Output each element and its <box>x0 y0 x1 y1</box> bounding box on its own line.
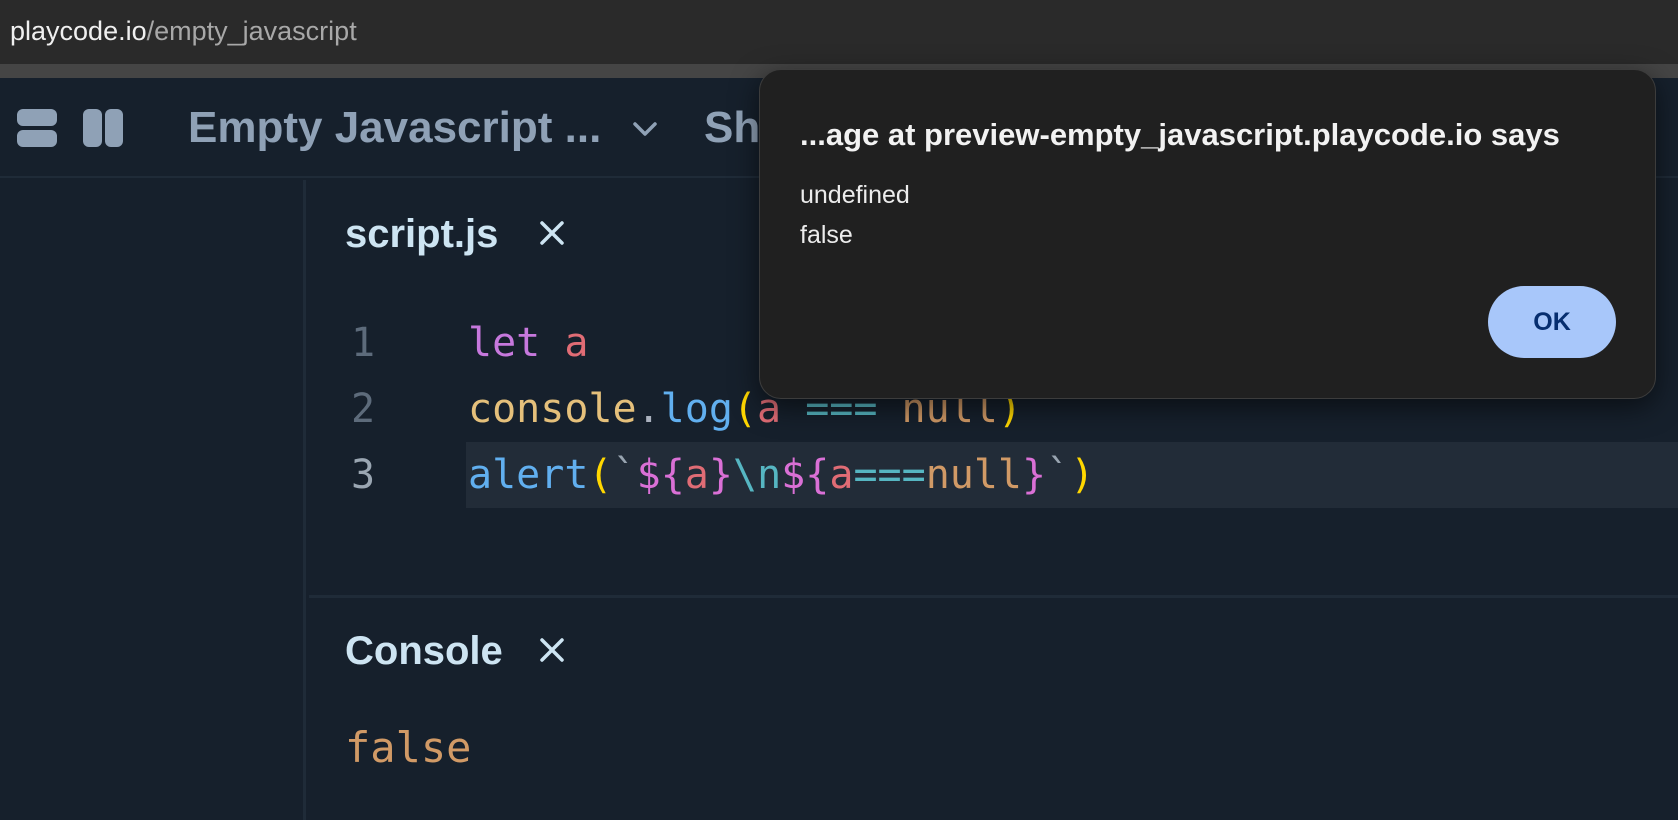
url-text[interactable]: playcode.io/empty_javascript <box>10 14 357 48</box>
dialog-message-line: undefined <box>800 181 910 209</box>
template-brace: { <box>660 452 685 498</box>
template-brace: } <box>1022 452 1047 498</box>
template-brace: { <box>805 452 830 498</box>
backtick: ` <box>612 452 637 498</box>
console-output-line: false <box>345 723 472 772</box>
identifier-console: console <box>468 386 637 432</box>
template-dollar: $ <box>781 452 806 498</box>
identifier-a: a <box>564 320 589 366</box>
vertical-layout-icon[interactable] <box>82 108 124 148</box>
open-paren: ( <box>588 452 613 498</box>
line-number: 1 <box>350 320 376 366</box>
code-text[interactable]: alert(`${a}\n${a===null}`) <box>468 448 1094 502</box>
identifier-a: a <box>684 452 709 498</box>
project-title[interactable]: Empty Javascript ... <box>188 102 601 154</box>
line-number: 2 <box>350 386 376 432</box>
code-line-active[interactable]: 3 alert(`${a}\n${a===null}`) <box>309 442 1678 508</box>
address-bar[interactable]: playcode.io/empty_javascript <box>0 0 1678 64</box>
sidebar <box>0 180 306 820</box>
strict-equal-operator: === <box>853 452 926 498</box>
function-log: log <box>660 386 733 432</box>
identifier-a: a <box>829 452 854 498</box>
share-button[interactable]: Sh <box>704 102 760 154</box>
url-path: /empty_javascript <box>146 16 357 46</box>
open-paren: ( <box>732 386 758 432</box>
dialog-title: ...age at preview-empty_javascript.playc… <box>800 117 1560 152</box>
template-dollar: $ <box>636 452 661 498</box>
code-text[interactable]: let a <box>468 316 588 370</box>
template-brace: } <box>708 452 733 498</box>
console-title[interactable]: Console <box>345 627 503 675</box>
function-alert: alert <box>468 452 589 498</box>
ok-button[interactable]: OK <box>1488 286 1616 358</box>
close-icon[interactable] <box>537 218 567 248</box>
alert-dialog: ...age at preview-empty_javascript.playc… <box>759 69 1656 399</box>
horizontal-layout-icon[interactable] <box>16 108 58 148</box>
keyword-let: let <box>468 320 541 366</box>
console-panel: Console false <box>309 601 1678 820</box>
dialog-message-line: false <box>800 221 853 249</box>
backtick: ` <box>1046 452 1071 498</box>
line-number: 3 <box>350 452 376 498</box>
close-icon[interactable] <box>537 635 567 665</box>
tab-script-js[interactable]: script.js <box>345 210 498 258</box>
url-host: playcode.io <box>10 16 147 46</box>
null-literal: null <box>925 452 1023 498</box>
close-paren: ) <box>1070 452 1095 498</box>
dot-operator: . <box>636 386 661 432</box>
escape-newline: \n <box>732 452 782 498</box>
chevron-down-icon[interactable] <box>630 114 660 144</box>
